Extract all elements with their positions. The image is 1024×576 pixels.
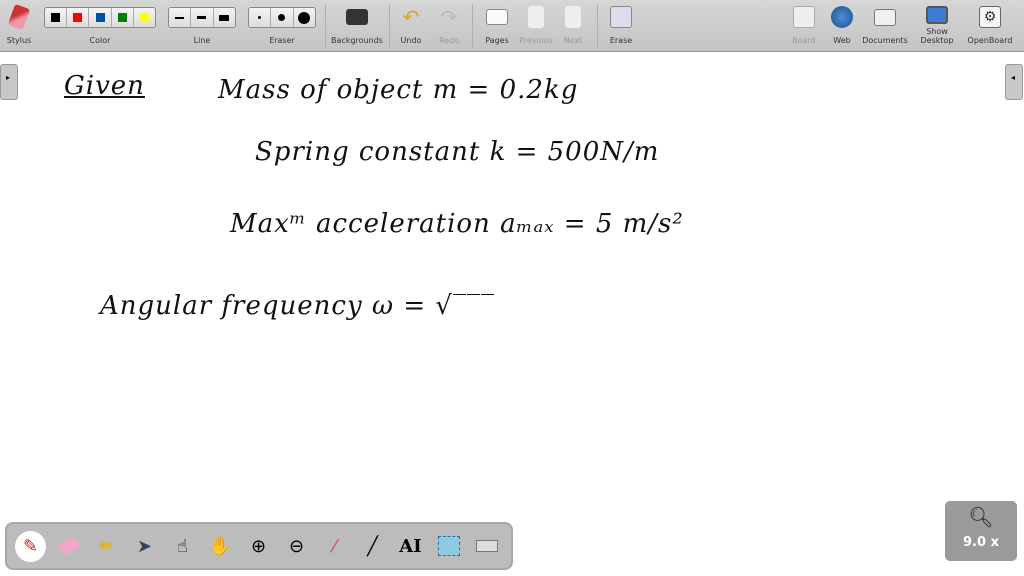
line-icon: ╱ (367, 536, 378, 557)
color-green[interactable] (112, 8, 134, 27)
globe-icon (831, 6, 853, 28)
folder-icon (874, 9, 896, 26)
color-black[interactable] (45, 8, 67, 27)
eraser-group: Eraser (248, 0, 316, 52)
color-yellow[interactable] (134, 8, 155, 27)
hand-tool[interactable]: ✋ (205, 531, 236, 562)
zoom-level: 9.0 x (945, 535, 1017, 550)
erase-icon (610, 6, 632, 28)
stylus-icon (8, 4, 31, 30)
handwriting-given: Given (64, 71, 145, 101)
eraser-icon (58, 537, 79, 555)
backgrounds-icon (346, 9, 368, 25)
eraser-tool[interactable] (53, 531, 84, 562)
zoom-out-tool[interactable]: ⊖ (281, 531, 312, 562)
board-canvas[interactable]: Given Mass of object m = 0.2kg Spring co… (0, 53, 1024, 576)
text-tool[interactable]: AI (395, 531, 426, 562)
line-medium[interactable] (191, 8, 213, 27)
gear-icon: ⚙ (979, 6, 1001, 28)
board-button[interactable]: Board (788, 0, 820, 52)
openboard-menu-button[interactable]: ⚙OpenBoard (966, 0, 1014, 52)
zoom-in-tool[interactable]: ⊕ (243, 531, 274, 562)
magnifier-icon: 🔍︎ (945, 505, 1017, 529)
eraser-medium[interactable] (271, 8, 293, 27)
zoom-in-icon: ⊕ (251, 536, 266, 557)
add-page-icon (486, 9, 508, 25)
pen-tool[interactable]: ✎ (15, 531, 46, 562)
next-page-icon (565, 6, 581, 28)
text-icon: AI (399, 536, 421, 557)
pointing-hand-icon: ☝ (177, 536, 188, 557)
stylus-button[interactable]: Stylus (2, 0, 36, 52)
redo-button[interactable]: ↷Redo (434, 0, 464, 52)
laser-pointer-icon: ⁄ (333, 536, 336, 557)
marker-tool[interactable]: ✏ (91, 531, 122, 562)
laser-pointer-tool[interactable]: ⁄ (319, 531, 350, 562)
handwriting-spring-constant: Spring constant k = 500N/m (255, 137, 659, 167)
color-blue[interactable] (89, 8, 111, 27)
web-button[interactable]: Web (826, 0, 858, 52)
previous-button[interactable]: Previous (516, 0, 556, 52)
documents-button[interactable]: Documents (862, 0, 908, 52)
color-group: Color (44, 0, 156, 52)
line-thick[interactable] (214, 8, 235, 27)
handwriting-max-acceleration: Maxᵐ acceleration aₘₐₓ = 5 m/s² (230, 209, 684, 239)
erase-button[interactable]: Erase (604, 0, 638, 52)
arrow-pointer-icon: ➤ (137, 536, 152, 557)
monitor-icon (926, 6, 948, 24)
line-group: Line (168, 0, 236, 52)
redo-icon: ↷ (438, 6, 460, 28)
capture-icon (438, 536, 460, 556)
show-desktop-button[interactable]: Show Desktop (910, 0, 964, 52)
line-thin[interactable] (169, 8, 191, 27)
next-button[interactable]: Next (558, 0, 588, 52)
handwriting-angular-frequency: Angular frequency ω = √‾‾‾ (100, 291, 495, 321)
pages-button[interactable]: Pages (480, 0, 514, 52)
keyboard-icon (476, 540, 498, 552)
color-red[interactable] (67, 8, 89, 27)
backgrounds-button[interactable]: Backgrounds (330, 0, 384, 52)
previous-page-icon (528, 6, 544, 28)
top-toolbar: Stylus Color Line Eraser Backgrounds ↶Un… (0, 0, 1024, 52)
line-tool[interactable]: ╱ (357, 531, 388, 562)
board-icon (793, 6, 815, 28)
interact-tool[interactable]: ☝ (167, 531, 198, 562)
virtual-keyboard-tool[interactable] (471, 531, 502, 562)
capture-tool[interactable] (433, 531, 464, 562)
zoom-indicator[interactable]: 🔍︎ 9.0 x (945, 501, 1017, 561)
zoom-out-icon: ⊖ (289, 536, 304, 557)
handwriting-mass: Mass of object m = 0.2kg (218, 75, 578, 105)
undo-button[interactable]: ↶Undo (396, 0, 426, 52)
eraser-small[interactable] (249, 8, 271, 27)
bottom-toolbar: ✎ ✏ ➤ ☝ ✋ ⊕ ⊖ ⁄ ╱ AI (5, 522, 513, 570)
selector-tool[interactable]: ➤ (129, 531, 160, 562)
undo-icon: ↶ (400, 6, 422, 28)
hand-icon: ✋ (209, 536, 231, 557)
eraser-large[interactable] (294, 8, 315, 27)
marker-icon: ✏ (99, 536, 114, 557)
